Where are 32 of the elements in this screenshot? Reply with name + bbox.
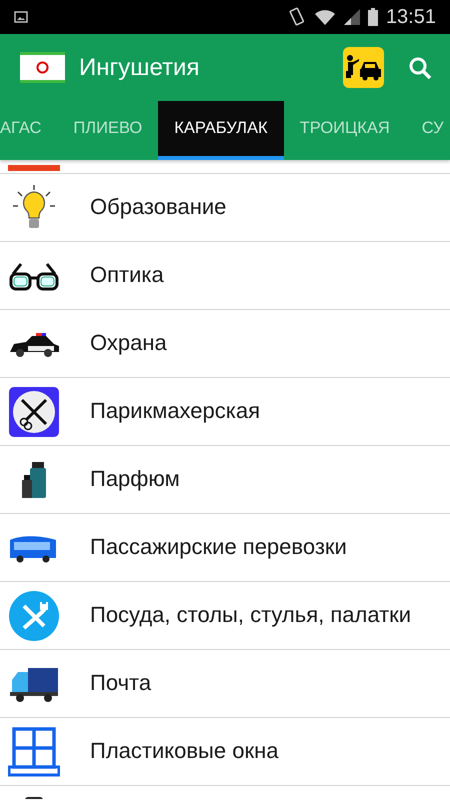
battery-icon — [368, 8, 378, 26]
signal-icon — [344, 9, 360, 25]
flag-icon — [20, 52, 65, 83]
category-item[interactable]: Пассажирские перевозки — [0, 514, 450, 582]
cutlery-icon — [8, 590, 60, 642]
wifi-icon — [314, 9, 336, 25]
category-label: Посуда, столы, стулья, палатки — [90, 602, 412, 629]
category-label: Охрана — [90, 330, 167, 357]
category-item[interactable]: Охрана — [0, 310, 450, 378]
category-item[interactable]: Образование — [0, 174, 450, 242]
window-icon — [8, 726, 60, 778]
category-label: Пластиковые окна — [90, 738, 278, 765]
category-item[interactable]: Оптика — [0, 242, 450, 310]
search-icon[interactable] — [408, 56, 432, 80]
image-icon — [14, 11, 28, 23]
category-label: Оптика — [90, 262, 164, 289]
category-label: Пассажирские перевозки — [90, 534, 347, 561]
vibrate-icon — [288, 7, 306, 27]
app-title: Ингушетия — [79, 52, 200, 82]
category-item[interactable]: Парикмахерская — [0, 378, 450, 446]
tab[interactable]: КАРАБУЛАК — [158, 101, 284, 160]
category-item[interactable]: Пластиковые окна — [0, 718, 450, 786]
category-item[interactable]: Почта — [0, 650, 450, 718]
taxi-button[interactable] — [343, 47, 384, 88]
category-item[interactable]: Парфюм — [0, 446, 450, 514]
scissors-icon — [8, 386, 60, 438]
category-label: Парикмахерская — [90, 398, 260, 425]
clock-time: 13:51 — [386, 5, 436, 30]
category-label: Парфюм — [90, 466, 180, 493]
category-item[interactable]: Посуда, столы, стулья, палатки — [0, 582, 450, 650]
category-label: Почта — [90, 670, 152, 697]
category-label: Образование — [90, 194, 226, 221]
